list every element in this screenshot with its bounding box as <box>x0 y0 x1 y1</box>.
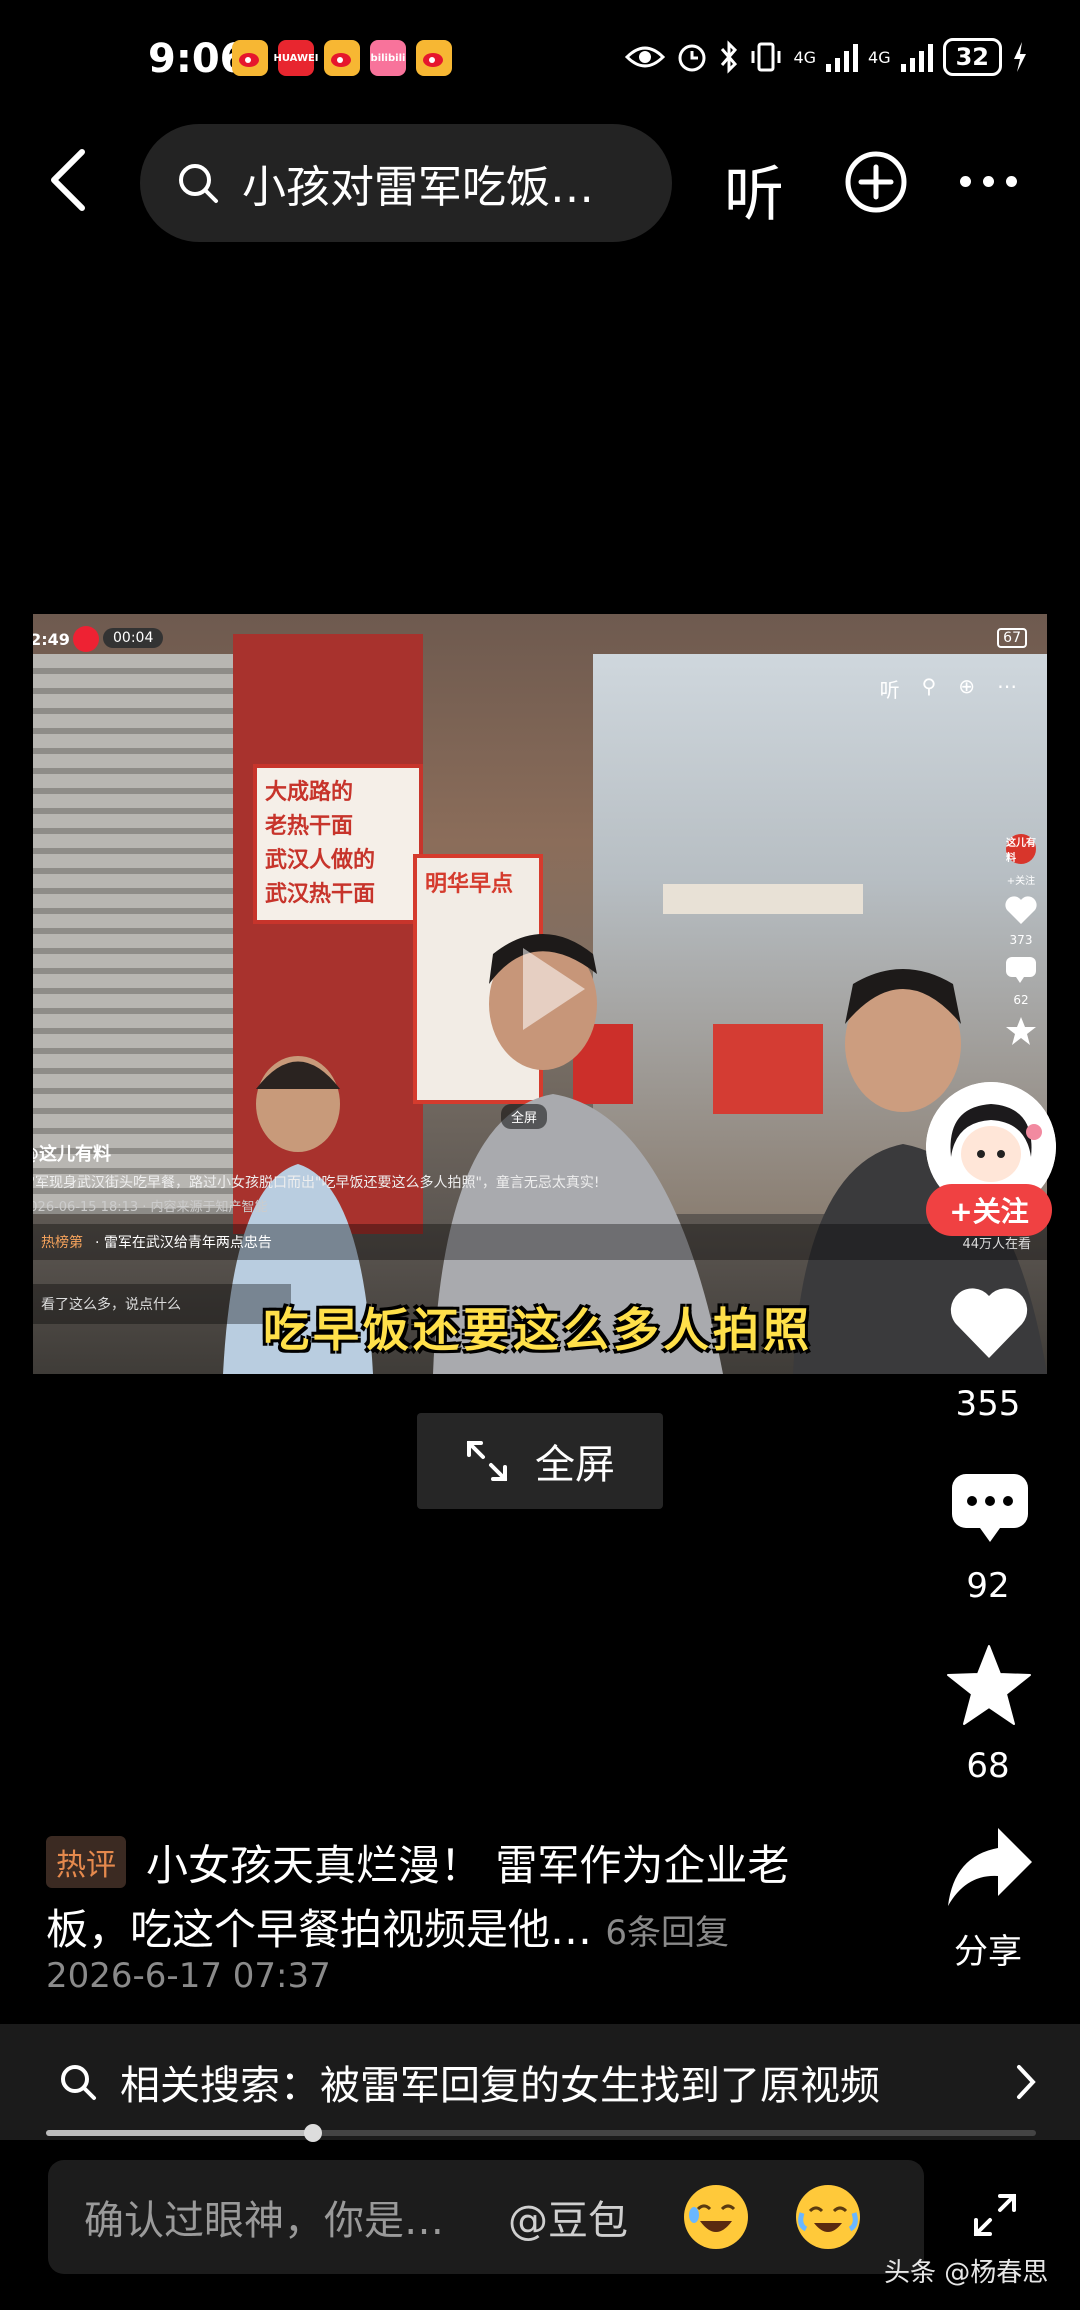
comment-input[interactable]: 确认过眼神，你是… @豆包 <box>48 2160 924 2274</box>
weibo-icon <box>416 40 452 76</box>
heart-icon <box>950 1288 1028 1358</box>
record-icon <box>73 626 99 652</box>
video-description: 雷军现身武汉街头吃早餐，路过小女孩脱口而出"吃早饭还要这么多人拍照"，童言无忌太… <box>33 1175 600 1191</box>
video-scene-table <box>663 884 863 914</box>
record-time: 00:04 <box>103 628 164 648</box>
laughing-emoji-icon[interactable] <box>684 2185 748 2249</box>
video-comment-prompt: 看了这么多，说点什么 <box>33 1284 291 1324</box>
video-author: @这儿有料 <box>33 1144 111 1165</box>
status-app-icons: HUAWEI bilibili <box>232 40 452 76</box>
chevron-left-icon <box>51 149 85 211</box>
video-scene-shutter <box>33 654 233 1214</box>
mention-doubao-button[interactable]: @豆包 <box>508 2188 628 2246</box>
video-side-like-count: 373 <box>1009 933 1033 947</box>
share-label: 分享 <box>954 1932 1022 1972</box>
bilibili-icon: bilibili <box>370 40 406 76</box>
chevron-right-icon <box>1017 2065 1036 2099</box>
fullscreen-label: 全屏 <box>535 1442 615 1488</box>
follow-button[interactable]: +关注 <box>926 1184 1052 1236</box>
star-icon <box>947 1645 1031 1725</box>
eye-icon <box>625 46 666 68</box>
like-button[interactable] <box>948 1284 1030 1364</box>
expand-input-button[interactable] <box>970 2190 1020 2244</box>
alarm-icon <box>678 44 706 72</box>
video-side-comment-count: 62 <box>1013 993 1029 1007</box>
video-side-follow: +关注 <box>1006 876 1036 887</box>
hot-comment-replies[interactable]: 6条回复 <box>605 1913 729 1953</box>
video-date: 2026-06-15 18:13 · 内容来源于知产智能 <box>33 1200 268 1215</box>
more-icon: ⋯ <box>997 674 1017 698</box>
search-bar[interactable]: 小孩对雷军吃饭… <box>140 124 672 242</box>
huawei-icon: HUAWEI <box>273 40 319 76</box>
listen-button[interactable]: 听 <box>724 146 784 233</box>
signal-icon <box>900 44 933 72</box>
search-icon: ⚲ <box>921 674 937 698</box>
crying-laughing-emoji-icon[interactable] <box>796 2185 860 2249</box>
expand-icon <box>467 1441 507 1481</box>
video-progress-fill <box>46 2130 313 2136</box>
favorite-count: 68 <box>966 1746 1010 1786</box>
more-button[interactable] <box>960 176 1017 187</box>
vibrate-icon <box>751 42 781 72</box>
charging-icon <box>1014 42 1026 72</box>
favorite-button[interactable] <box>946 1644 1032 1730</box>
bluetooth-icon <box>721 40 738 74</box>
fullscreen-button[interactable]: 全屏 <box>417 1413 663 1509</box>
related-search-bar[interactable]: 相关搜索：被雷军回复的女生找到了原视频 <box>0 2024 1080 2140</box>
video-fullscreen-mini: 全屏 <box>501 1104 548 1129</box>
video-hot-label: 热榜第 <box>41 1235 83 1251</box>
network-label: 4G <box>868 47 891 67</box>
video-scene-sign: 大成路的 老热干面 武汉人做的 武汉热干面 <box>253 764 423 924</box>
comment-input-placeholder: 确认过眼神，你是… <box>84 2198 444 2244</box>
comment-icon <box>1006 957 1036 983</box>
video-listen-label: 听 <box>879 678 900 702</box>
related-search-label: 相关搜索：被雷军回复的女生找到了原视频 <box>120 2063 880 2109</box>
comment-button[interactable] <box>950 1472 1030 1550</box>
status-indicators: 4G 4G 32 <box>625 38 1028 76</box>
weibo-icon <box>324 40 360 76</box>
search-query: 小孩对雷军吃饭… <box>242 162 594 213</box>
signal-icon <box>826 44 859 72</box>
star-icon <box>1006 1017 1036 1045</box>
video-status-time: 22:49 <box>33 630 70 649</box>
battery-indicator: 32 <box>942 38 1002 76</box>
search-icon <box>179 164 218 203</box>
share-icon <box>948 1828 1032 1906</box>
comment-icon <box>952 1474 1028 1542</box>
video-hot-text: · 雷军在武汉给青年两点忠告 <box>95 1235 272 1251</box>
comment-count: 92 <box>966 1566 1010 1606</box>
share-button[interactable] <box>946 1826 1034 1914</box>
heart-icon <box>1005 896 1037 924</box>
like-count: 355 <box>955 1384 1021 1424</box>
play-icon[interactable] <box>493 934 603 1044</box>
video-battery: 67 <box>997 628 1027 648</box>
search-icon <box>61 2065 96 2100</box>
add-button[interactable] <box>844 150 908 218</box>
video-player[interactable]: 大成路的 老热干面 武汉人做的 武汉热干面 明华早点 22:49 00:04 6… <box>33 614 1047 1374</box>
video-side-avatar: 这儿有料 <box>1006 834 1036 864</box>
watermark: 头条 @杨春思 <box>884 2258 1049 2288</box>
weibo-icon <box>232 40 268 76</box>
plus-circle-icon <box>845 151 907 213</box>
expand-icon <box>974 2194 1016 2236</box>
plus-circle-icon: ⊕ <box>958 674 975 698</box>
video-top-icons: 听 ⚲ ⊕ ⋯ <box>880 674 1017 703</box>
video-hot-bar: 热榜第 · 雷军在武汉给青年两点忠告 44万人在看 <box>33 1224 1047 1260</box>
video-progress-thumb[interactable] <box>304 2124 322 2142</box>
network-label: 4G <box>793 47 817 67</box>
back-button[interactable] <box>48 148 98 218</box>
more-dots-icon <box>960 176 971 187</box>
video-side-rail: 这儿有料 +关注 373 62 <box>1001 834 1041 1047</box>
video-subtitle: 吃早饭还要这么多人拍照 <box>263 1303 813 1357</box>
hot-comment-date: 2026-6-17 07:37 <box>46 1956 331 1996</box>
hot-comment[interactable]: 小女孩天真烂漫！ 雷军作为企业老板，吃这个早餐拍视频是他… 6条回复 <box>46 1834 866 1965</box>
